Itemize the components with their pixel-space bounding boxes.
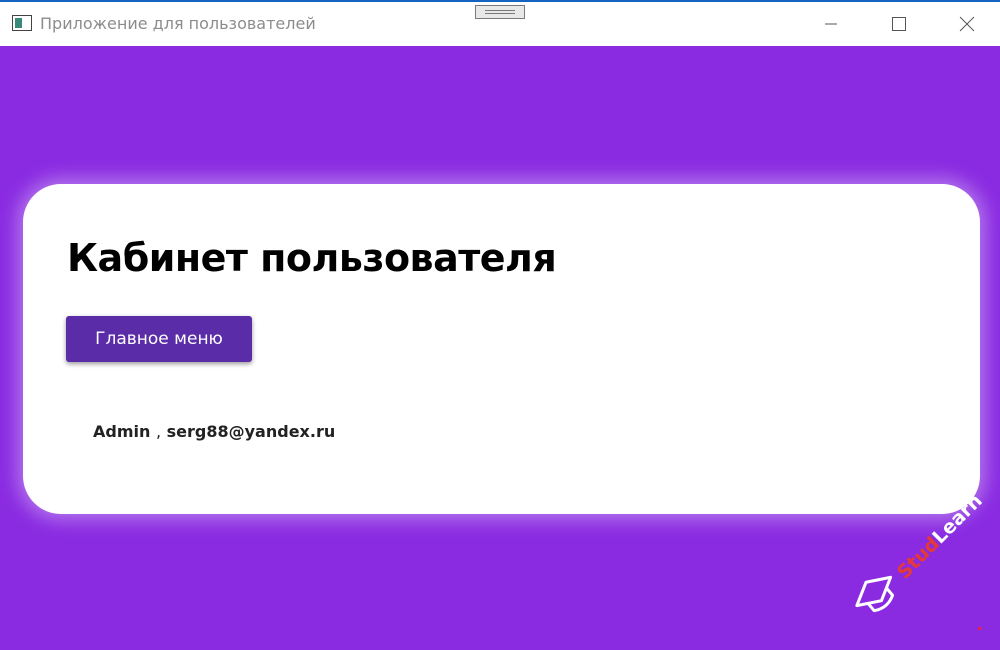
maximize-icon — [892, 17, 906, 31]
user-login: Admin — [93, 422, 151, 441]
page-title: Кабинет пользователя — [67, 236, 557, 280]
minimize-button[interactable] — [808, 2, 854, 46]
watermark-learn: Learn — [928, 490, 986, 548]
minimize-icon — [825, 23, 837, 25]
window-title: Приложение для пользователей — [40, 14, 316, 33]
title-bar[interactable]: Приложение для пользователей — [0, 2, 1000, 46]
svg-text:StudLearn: StudLearn — [893, 490, 987, 584]
app-icon — [12, 15, 32, 31]
app-window: Приложение для пользователей Кабинет пол… — [0, 0, 1000, 650]
main-menu-button[interactable]: Главное меню — [66, 316, 252, 362]
user-email: serg88@yandex.ru — [166, 422, 336, 441]
graduation-cap-icon — [855, 575, 895, 613]
close-icon — [959, 16, 975, 32]
user-info: Admin , serg88@yandex.ru — [93, 422, 335, 441]
maximize-button[interactable] — [876, 2, 922, 46]
studlearn-watermark: StudLearn — [840, 490, 990, 620]
user-cabinet-card: Кабинет пользователя Главное меню Admin … — [23, 184, 980, 514]
red-dot — [978, 627, 981, 630]
drag-grip[interactable] — [475, 5, 525, 19]
user-separator: , — [155, 422, 162, 441]
close-button[interactable] — [944, 2, 990, 46]
